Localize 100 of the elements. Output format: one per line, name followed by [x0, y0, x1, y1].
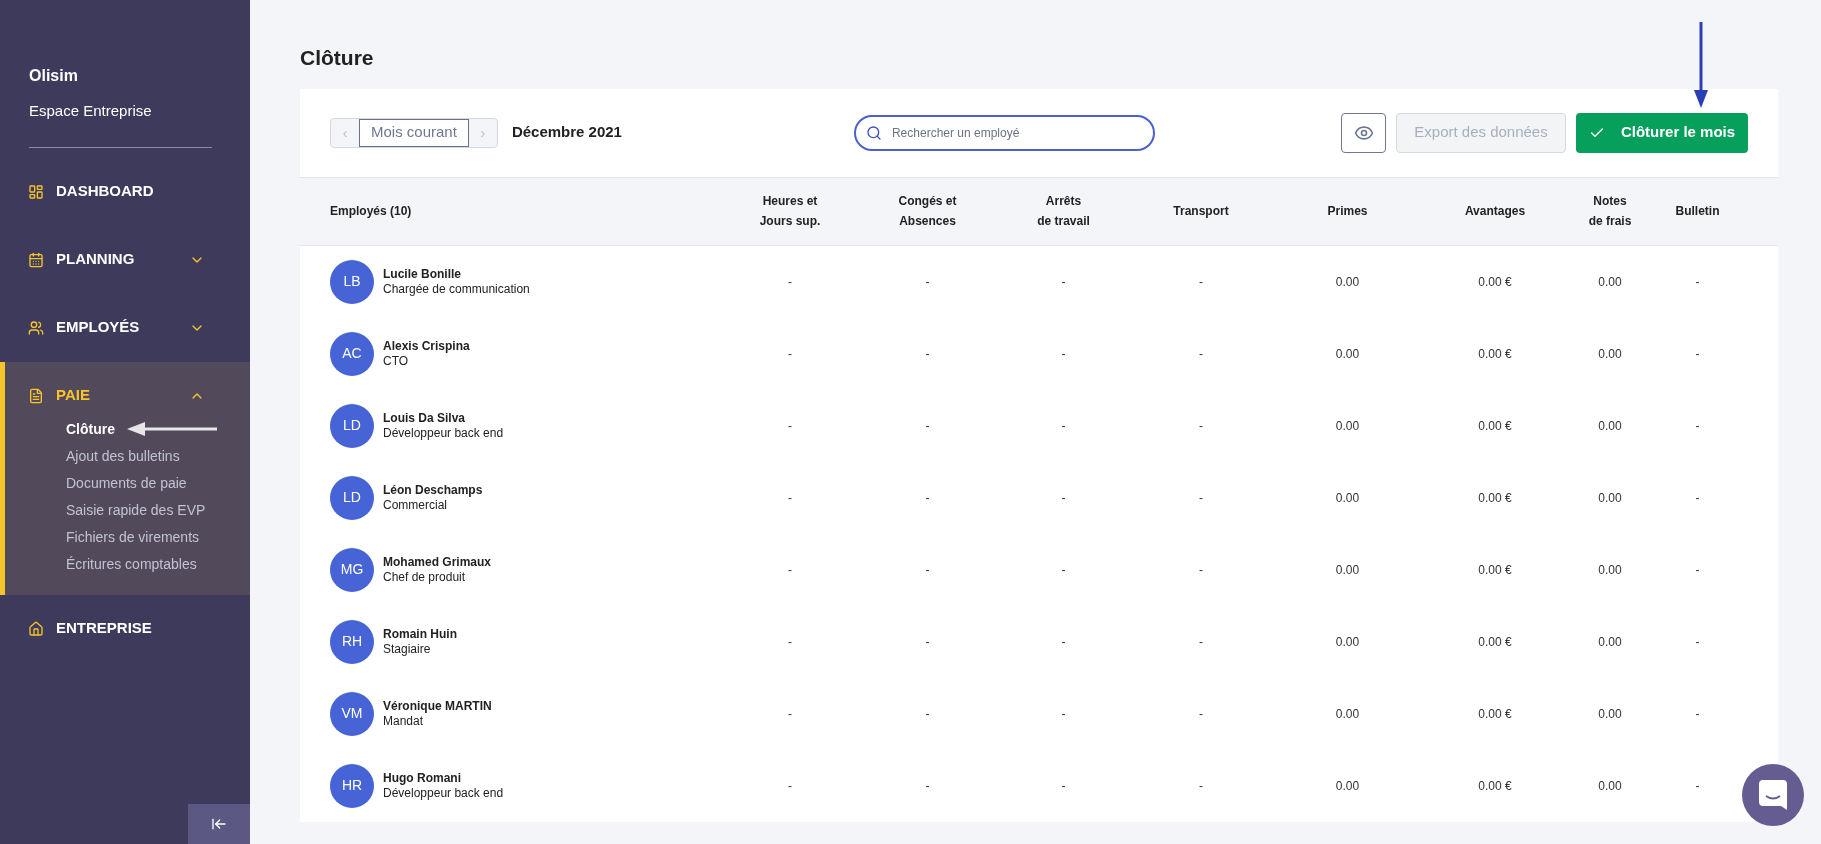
table-cell-text: 0.00 € — [1477, 273, 1513, 291]
avatar: MG — [330, 547, 374, 592]
submenu-item[interactable]: Documents de paie — [66, 471, 187, 494]
table-cell-text: - — [1060, 705, 1067, 723]
table-cell-text: 0.00 — [1334, 417, 1361, 435]
employee-role: Chef de produit — [383, 569, 467, 585]
table-cell-text: 0.00 — [1597, 777, 1623, 795]
employee-name: Louis Da Silva — [383, 410, 467, 426]
table-cell-text: - — [1198, 705, 1204, 723]
table-cell-text: 0.00 — [1334, 705, 1361, 723]
avatar: LB — [330, 259, 374, 304]
avatar: RH — [330, 619, 374, 664]
submenu-item[interactable]: Saisie rapide des EVP — [66, 498, 206, 521]
table-cell-text: - — [1198, 273, 1204, 291]
table-cell-text: - — [1060, 633, 1067, 651]
employee-role: Commercial — [383, 497, 448, 513]
close-month-button[interactable]: Clôturer le mois — [1576, 112, 1748, 153]
table-cell-text: 0.00 € — [1477, 417, 1513, 435]
table-cell-text: - — [924, 633, 931, 651]
calendar-icon — [28, 251, 44, 268]
employee-name: Romain Huin — [383, 626, 457, 642]
nav-item[interactable]: ENTREPRISE — [28, 614, 250, 643]
table-cell-text: - — [1060, 273, 1067, 291]
people-icon — [28, 319, 44, 336]
document-icon — [28, 387, 44, 404]
column-header: Employés (10) — [330, 203, 413, 220]
employee-role: Chargée de communication — [383, 281, 530, 297]
column-header: Primes — [1326, 203, 1369, 220]
nav-item[interactable]: EMPLOYÉS — [28, 313, 250, 342]
avatar: AC — [330, 331, 374, 376]
employee-role: Mandat — [383, 713, 425, 729]
house-icon — [28, 620, 44, 637]
collapse-sidebar-button[interactable] — [188, 804, 250, 844]
table-cell-text: - — [1694, 633, 1701, 651]
employee-name: Alexis Crispina — [383, 338, 470, 354]
nav-item[interactable]: PLANNING — [28, 245, 250, 274]
table-cell-text: - — [924, 705, 931, 723]
table-cell-text: 0.00 € — [1477, 345, 1513, 363]
column-header: Bulletin — [1674, 203, 1721, 220]
table-cell-text: - — [1060, 777, 1067, 795]
avatar: VM — [330, 691, 374, 736]
table-cell-text: - — [1694, 417, 1701, 435]
avatar: LD — [330, 475, 374, 520]
table-cell-text: 0.00 — [1334, 777, 1361, 795]
preview-button[interactable] — [1341, 112, 1386, 153]
table-cell-text: - — [1694, 705, 1701, 723]
table-cell-text: 0.00 — [1334, 561, 1361, 579]
employee-role: Stagiaire — [383, 641, 432, 657]
month-label: Décembre 2021 — [511, 122, 622, 143]
table-cell-text: - — [924, 489, 931, 507]
submenu-item[interactable]: Écritures comptables — [66, 552, 197, 575]
column-header: Heures et Jours sup. — [758, 193, 822, 230]
column-header: Notes de frais — [1587, 193, 1633, 230]
employee-role: Développeur back end — [383, 785, 504, 801]
nav-item[interactable]: PAIE — [28, 381, 250, 410]
avatar: LD — [330, 403, 374, 448]
column-header: Avantages — [1463, 203, 1527, 220]
table-cell-text: - — [787, 345, 793, 363]
table-cell-text: - — [1198, 633, 1204, 651]
table-cell-text: - — [787, 273, 793, 291]
table-cell-text: - — [1694, 273, 1701, 291]
table-cell-text: - — [1198, 561, 1204, 579]
table-cell-text: - — [787, 489, 793, 507]
table-cell-text: 0.00 — [1597, 273, 1623, 291]
table-cell-text: - — [924, 561, 931, 579]
table-cell-text: - — [1060, 561, 1067, 579]
employee-name: Léon Deschamps — [383, 482, 483, 498]
submenu-item[interactable]: Fichiers de virements — [66, 525, 200, 548]
table-cell-text: - — [787, 417, 793, 435]
nav-label: PLANNING — [56, 249, 136, 270]
search-icon — [865, 124, 882, 141]
table-cell-text: - — [924, 417, 931, 435]
employee-name: Lucile Bonille — [383, 266, 462, 282]
table-cell-text: - — [1198, 345, 1204, 363]
employee-name: Hugo Romani — [383, 770, 462, 786]
table-cell-text: 0.00 — [1334, 633, 1361, 651]
nav-label: DASHBOARD — [56, 181, 155, 202]
table-cell-text: 0.00 — [1597, 633, 1623, 651]
table-cell-text: 0.00 — [1597, 705, 1623, 723]
table-cell-text: 0.00 € — [1477, 633, 1513, 651]
nav-label: EMPLOYÉS — [56, 317, 141, 338]
table-cell-text: 0.00 — [1334, 489, 1361, 507]
table-cell-text: 0.00 — [1334, 345, 1361, 363]
table-cell-text: - — [1694, 345, 1701, 363]
submenu-item[interactable]: Ajout des bulletins — [66, 444, 180, 467]
current-month-button[interactable]: Mois courant — [359, 118, 469, 147]
table-cell-text: - — [787, 561, 793, 579]
table-cell-text: - — [1060, 489, 1067, 507]
table-cell-text: - — [787, 705, 793, 723]
table-cell-text: - — [787, 777, 793, 795]
employee-name: Véronique MARTIN — [383, 698, 492, 714]
submenu-item[interactable]: Clôture — [66, 417, 115, 440]
table-cell-text: 0.00 — [1597, 345, 1623, 363]
table-cell-text: - — [787, 633, 793, 651]
table-cell-text: 0.00 € — [1477, 705, 1513, 723]
nav-item[interactable]: DASHBOARD — [28, 177, 250, 206]
table-cell-text: - — [1694, 489, 1701, 507]
table-cell-text: 0.00 — [1597, 489, 1623, 507]
nav-label: ENTREPRISE — [56, 618, 153, 639]
search-field[interactable]: Rechercher un employé — [853, 114, 1155, 151]
